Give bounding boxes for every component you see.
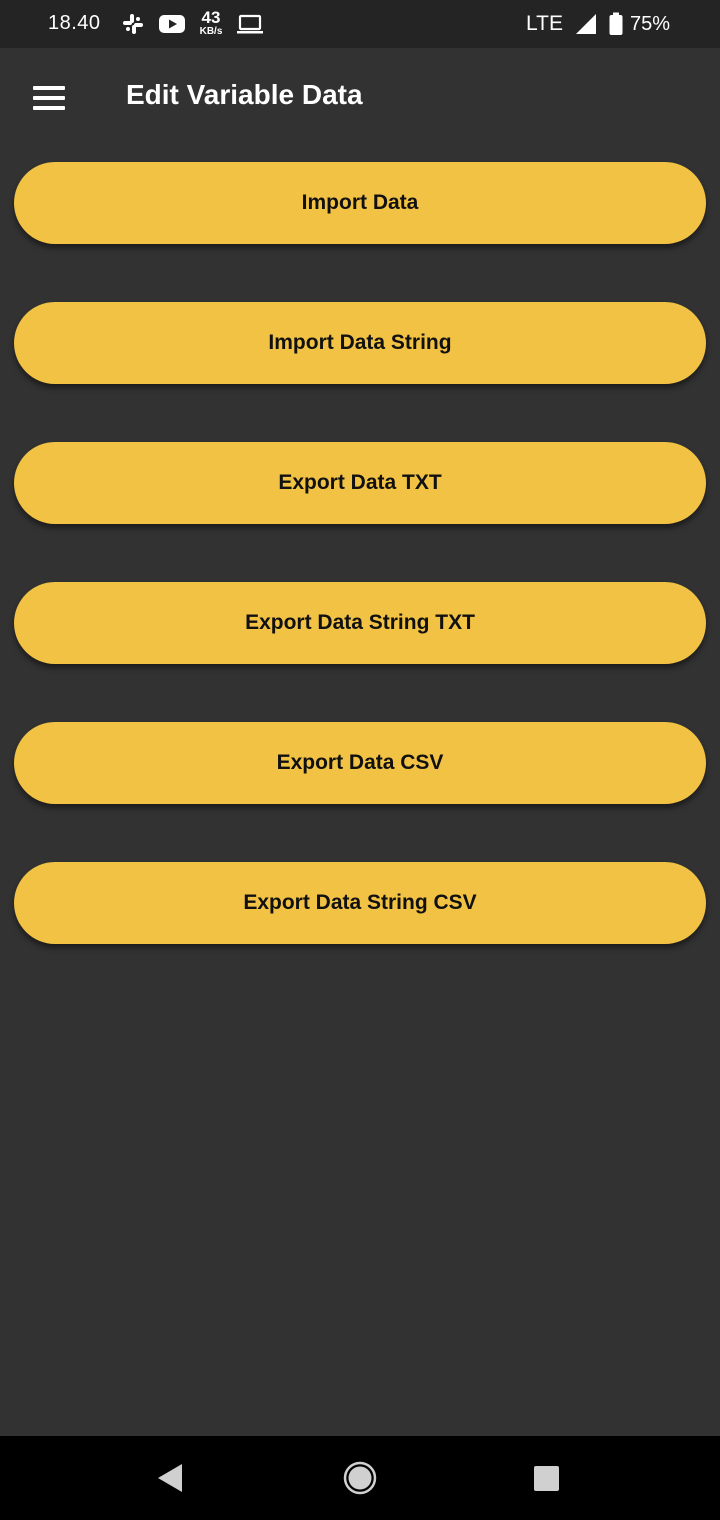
network-speed-unit: KB/s xyxy=(199,26,223,37)
export-data-string-txt-button-label: Export Data String TXT xyxy=(245,611,475,634)
export-data-txt-button-label: Export Data TXT xyxy=(278,471,442,494)
import-data-string-button[interactable]: Import Data String xyxy=(14,302,706,384)
import-data-button[interactable]: Import Data xyxy=(14,162,706,244)
app-bar: Edit Variable Data xyxy=(0,48,720,148)
youtube-icon xyxy=(159,15,185,33)
export-data-csv-button-label: Export Data CSV xyxy=(276,751,444,774)
export-data-string-txt-button[interactable]: Export Data String TXT xyxy=(14,582,706,664)
screen: 18.40 43 KB/s LTE 75% Edit Variable Data… xyxy=(0,0,720,1520)
import-data-string-button-label: Import Data String xyxy=(268,331,452,354)
network-type: LTE xyxy=(526,12,563,35)
signal-icon xyxy=(576,14,596,34)
slack-icon xyxy=(123,14,143,34)
home-icon[interactable] xyxy=(340,1458,380,1498)
export-data-csv-button[interactable]: Export Data CSV xyxy=(14,722,706,804)
battery-percentage: 75% xyxy=(630,13,671,35)
laptop-icon xyxy=(237,14,263,34)
export-data-string-csv-button-label: Export Data String CSV xyxy=(243,891,477,914)
network-speed-value: 43 xyxy=(201,8,221,27)
status-time: 18.40 xyxy=(48,12,101,34)
export-data-string-csv-button[interactable]: Export Data String CSV xyxy=(14,862,706,944)
status-bar: 18.40 43 KB/s LTE 75% xyxy=(0,0,720,48)
back-icon[interactable] xyxy=(152,1458,192,1498)
hamburger-menu-icon[interactable] xyxy=(33,86,65,110)
import-data-button-label: Import Data xyxy=(301,191,419,214)
network-speed: 43 KB/s xyxy=(194,9,228,37)
battery-icon xyxy=(609,12,623,35)
navigation-bar xyxy=(0,1436,720,1520)
recents-icon[interactable] xyxy=(526,1458,566,1498)
export-data-txt-button[interactable]: Export Data TXT xyxy=(14,442,706,524)
page-title: Edit Variable Data xyxy=(126,79,363,110)
